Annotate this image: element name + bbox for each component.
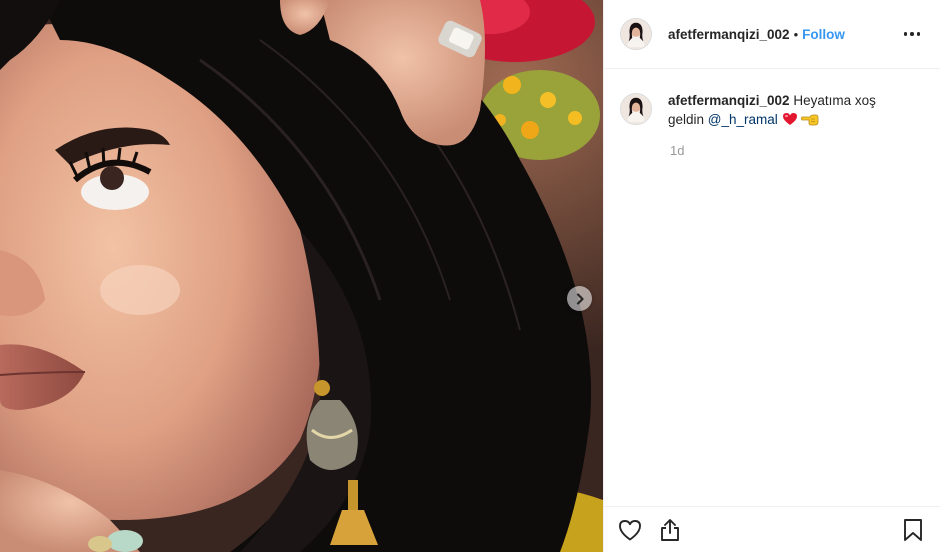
caption-comment: afetfermanqizi_002 Heyatıma xoş geldin @… [620,93,924,129]
like-button[interactable] [616,516,644,544]
more-options-icon-dot [916,32,921,36]
post-viewer: afetfermanqizi_002 • Follow afetfermanqi… [0,0,940,552]
comments-section: afetfermanqizi_002 Heyatıma xoş geldin @… [604,69,940,158]
next-image-button[interactable] [567,286,592,311]
post-timestamp[interactable]: 1d [670,143,924,158]
post-photo-image [0,0,603,552]
post-photo[interactable] [0,0,603,552]
backhand-index-left-emoji [801,114,819,126]
separator-dot: • [793,26,799,42]
share-icon [661,518,679,541]
red-heart-emoji [782,113,797,125]
more-options-icon-dot [910,32,914,36]
save-button[interactable] [899,516,927,544]
chevron-right-icon [576,292,584,305]
caption-text: afetfermanqizi_002 Heyatıma xoş geldin @… [668,91,878,129]
post-header: afetfermanqizi_002 • Follow [604,0,940,69]
post-actions-bar [604,506,940,552]
caption-author-avatar[interactable] [620,93,652,125]
author-username[interactable]: afetfermanqizi_002 [668,27,790,42]
share-button[interactable] [656,516,684,544]
more-options-button[interactable] [902,24,922,44]
avatar-image [621,94,651,124]
follow-button[interactable]: Follow [802,27,845,42]
heart-icon [619,519,641,540]
avatar-image [621,19,651,49]
caption-mention-link[interactable]: @_h_ramal [708,112,778,127]
caption-username[interactable]: afetfermanqizi_002 [668,93,790,108]
author-avatar[interactable] [620,18,652,50]
more-options-icon [903,32,908,36]
bookmark-icon [904,519,922,541]
post-side-panel: afetfermanqizi_002 • Follow afetfermanqi… [603,0,940,552]
